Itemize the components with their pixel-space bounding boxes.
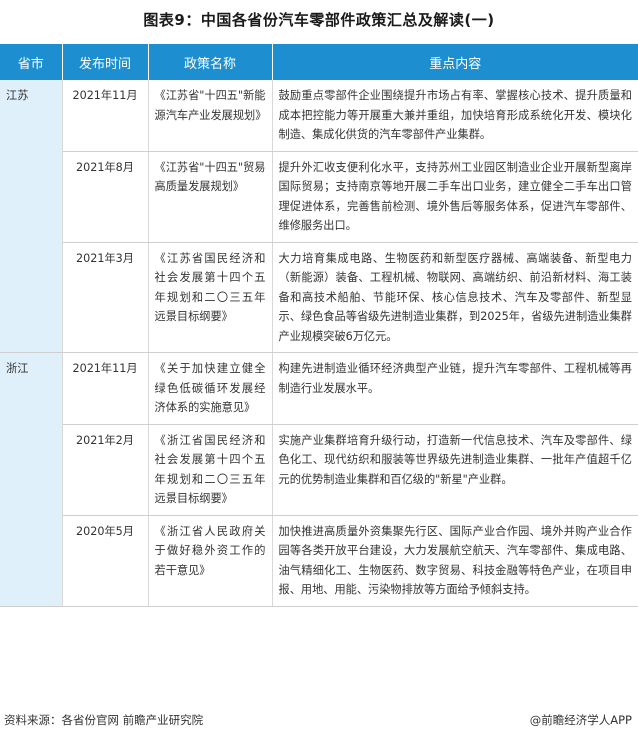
table-row: 2021年3月 《江苏省国民经济和社会发展第十四个五年规划和二〇三五年远景目标纲…: [0, 242, 638, 353]
policy-name-cell: 《浙江省人民政府关于做好稳外资工作的若干意见》: [148, 515, 273, 607]
header-date: 发布时间: [62, 44, 149, 80]
date-cell: 2020年5月: [62, 515, 149, 607]
date-cell: 2021年11月: [62, 80, 149, 152]
table-row: 2020年5月 《浙江省人民政府关于做好稳外资工作的若干意见》 加快推进高质量外…: [0, 515, 638, 607]
header-policy-name: 政策名称: [148, 44, 273, 80]
date-cell: 2021年2月: [62, 424, 149, 516]
table-header-row: 省市 发布时间 政策名称 重点内容: [0, 44, 638, 80]
province-cell: [0, 151, 63, 242]
table-row: 2021年2月 《浙江省国民经济和社会发展第十四个五年规划和二〇三五年远景目标纲…: [0, 424, 638, 516]
province-cell: [0, 424, 63, 515]
province-cell: 浙江: [0, 352, 63, 424]
policy-name-cell: 《江苏省"十四五"新能源汽车产业发展规划》: [148, 80, 273, 152]
content-cell: 提升外汇收支便利化水平，支持苏州工业园区制造业企业开展新型离岸国际贸易；支持南京…: [272, 151, 638, 243]
province-cell: 江苏: [0, 80, 63, 151]
content-cell: 鼓励重点零部件企业围绕提升市场占有率、掌握核心技术、提升质量和成本把控能力等开展…: [272, 80, 638, 152]
date-cell: 2021年11月: [62, 352, 149, 425]
credit-note: @前瞻经济学人APP: [529, 713, 632, 727]
source-note: 资料来源：各省份官网 前瞻产业研究院: [4, 713, 204, 727]
header-key-content: 重点内容: [272, 44, 638, 80]
table-row: 江苏 2021年11月 《江苏省"十四五"新能源汽车产业发展规划》 鼓励重点零部…: [0, 80, 638, 152]
province-cell: [0, 515, 63, 607]
table-row: 2021年8月 《江苏省"十四五"贸易高质量发展规划》 提升外汇收支便利化水平，…: [0, 151, 638, 243]
content-cell: 大力培育集成电路、生物医药和新型医疗器械、高端装备、新型电力（新能源）装备、工程…: [272, 242, 638, 353]
content-cell: 加快推进高质量外资集聚先行区、国际产业合作园、境外并购产业合作园等各类开放平台建…: [272, 515, 638, 607]
date-cell: 2021年3月: [62, 242, 149, 353]
chart-title: 图表9：中国各省份汽车零部件政策汇总及解读(一): [143, 11, 495, 29]
policy-name-cell: 《江苏省国民经济和社会发展第十四个五年规划和二〇三五年远景目标纲要》: [148, 242, 273, 353]
policy-name-cell: 《江苏省"十四五"贸易高质量发展规划》: [148, 151, 273, 243]
content-cell: 构建先进制造业循环经济典型产业链，提升汽车零部件、工程机械等再制造行业发展水平。: [272, 352, 638, 425]
policy-name-cell: 《关于加快建立健全绿色低碳循环发展经济体系的实施意见》: [148, 352, 273, 425]
province-cell: [0, 242, 63, 353]
date-cell: 2021年8月: [62, 151, 149, 243]
policy-name-cell: 《浙江省国民经济和社会发展第十四个五年规划和二〇三五年远景目标纲要》: [148, 424, 273, 516]
table-row: 浙江 2021年11月 《关于加快建立健全绿色低碳循环发展经济体系的实施意见》 …: [0, 352, 638, 425]
header-province: 省市: [0, 44, 63, 80]
content-cell: 实施产业集群培育升级行动，打造新一代信息技术、汽车及零部件、绿色化工、现代纺织和…: [272, 424, 638, 516]
policy-table: 省市 发布时间 政策名称 重点内容 江苏 2021年11月 《江苏省"十四五"新…: [0, 44, 638, 607]
